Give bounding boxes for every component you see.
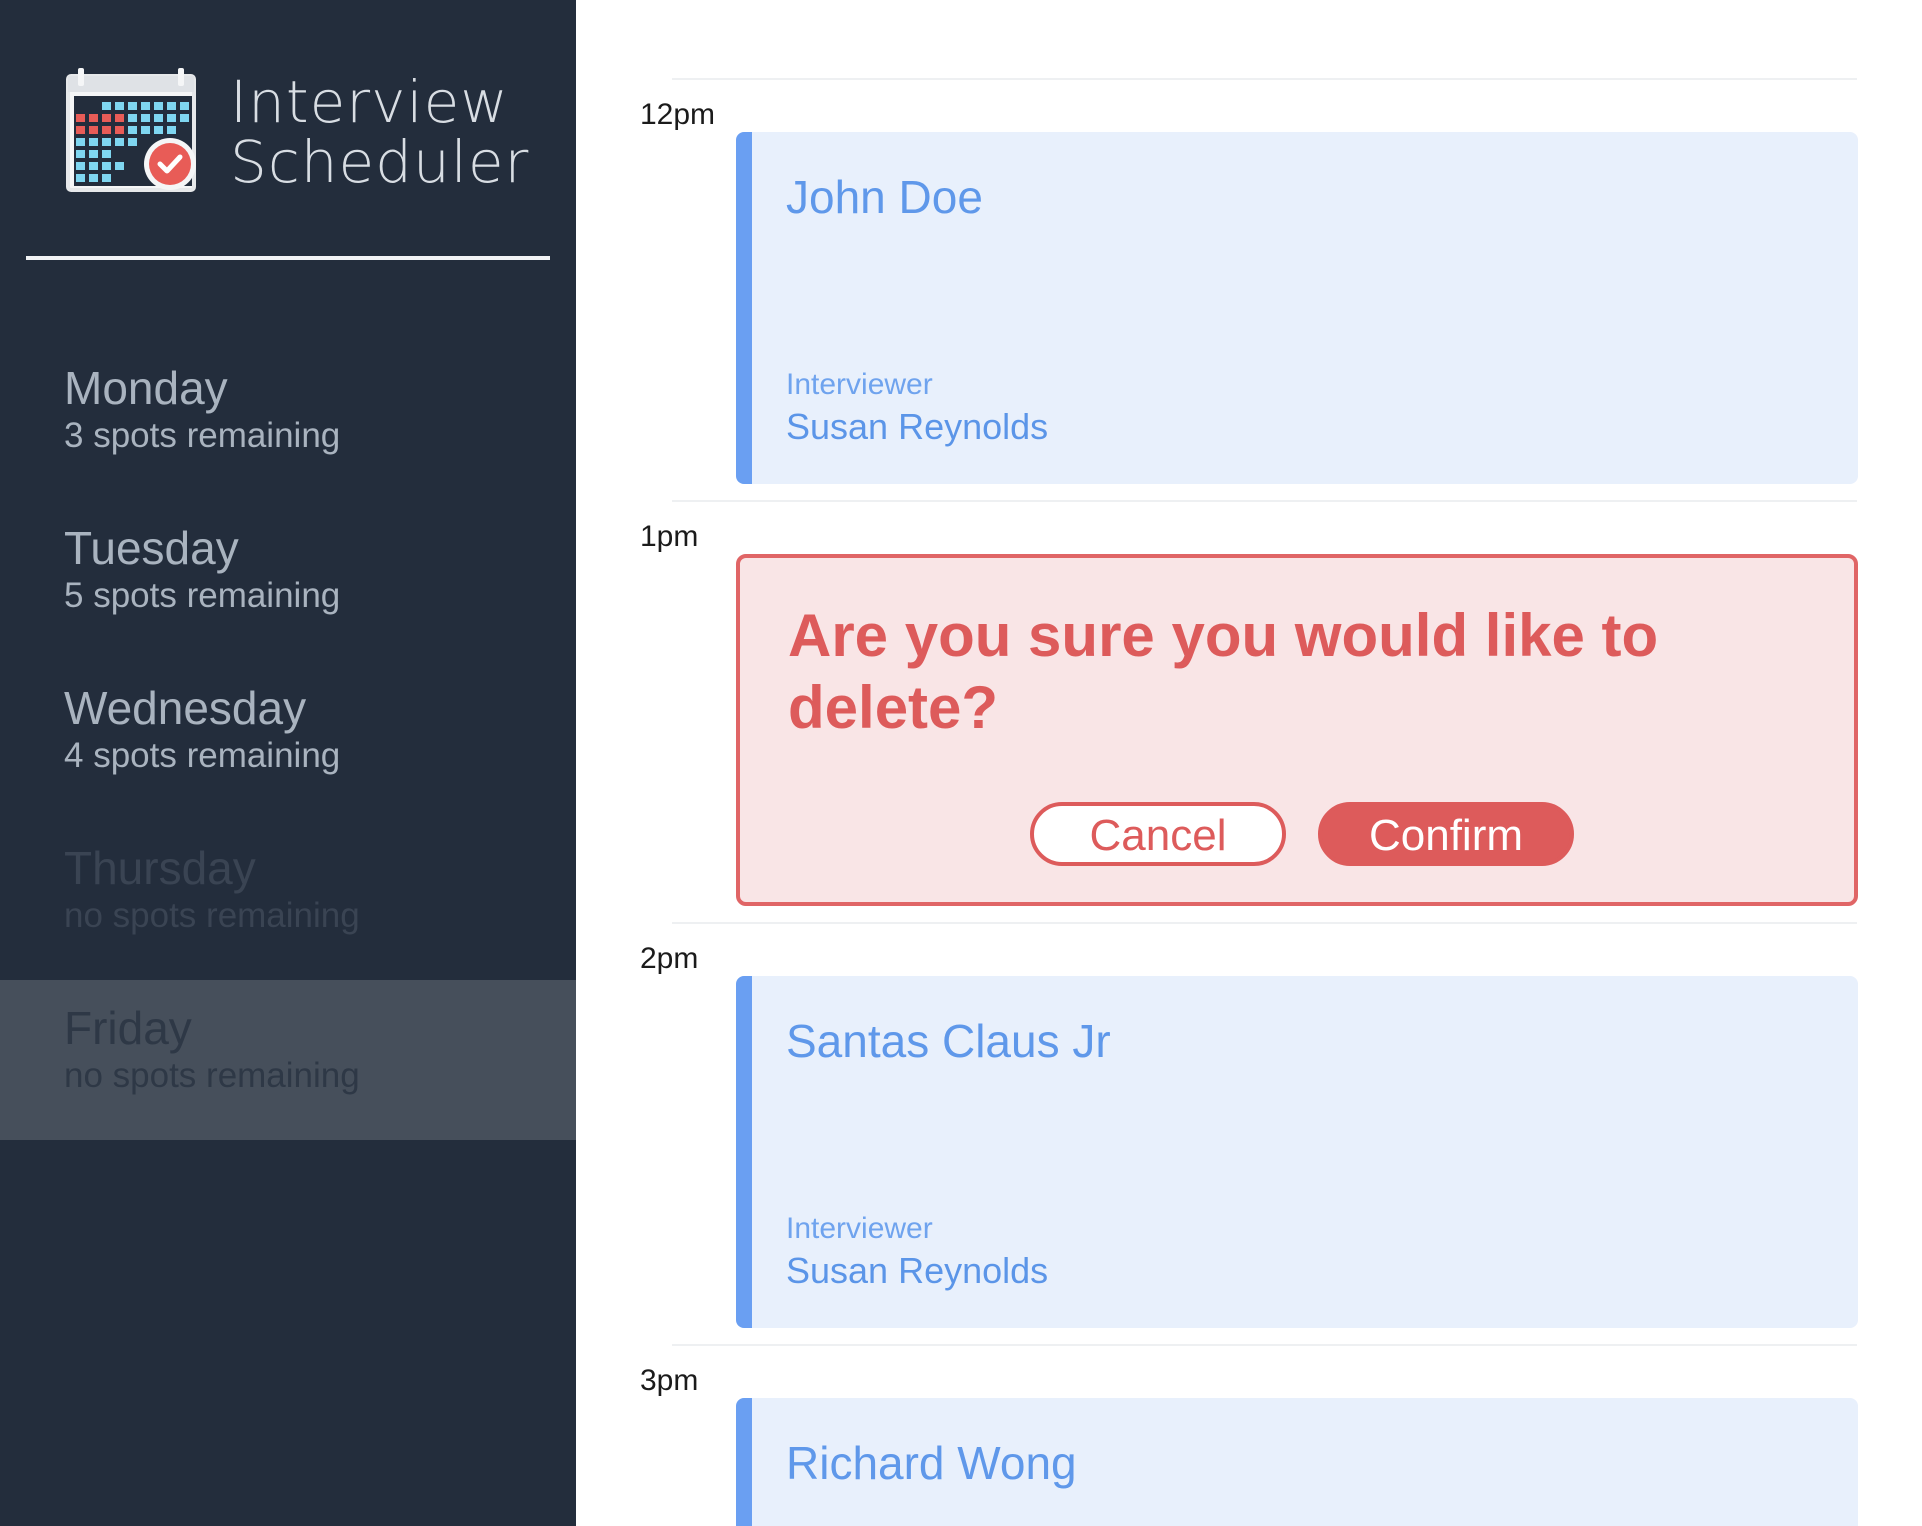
day-list: Monday 3 spots remaining Tuesday 5 spots…: [0, 340, 576, 1140]
delete-confirmation: Are you sure you would like to delete? C…: [736, 554, 1858, 906]
calendar-check-icon: [66, 68, 196, 192]
day-name: Wednesday: [64, 682, 307, 734]
student-name: Santas Claus Jr: [786, 1015, 1111, 1067]
day-name: Monday: [64, 362, 228, 414]
time-label: 1pm: [640, 520, 699, 553]
interviewer-name: Susan Reynolds: [786, 406, 1049, 447]
cancel-button[interactable]: Cancel: [1030, 802, 1286, 866]
day-spots: no spots remaining: [64, 1056, 360, 1095]
time-label: 12pm: [640, 98, 716, 131]
confirm-button[interactable]: Confirm: [1318, 802, 1574, 866]
student-name: Richard Wong: [786, 1437, 1077, 1489]
day-spots: 4 spots remaining: [64, 736, 341, 775]
interviewer-caption: Interviewer: [786, 368, 933, 401]
day-spots: 5 spots remaining: [64, 576, 341, 615]
appointment-card[interactable]: Richard Wong: [736, 1398, 1858, 1526]
slot-separator: [672, 1344, 1857, 1346]
app-title-line1: Interview: [230, 68, 509, 136]
day-item-thursday[interactable]: Thursday no spots remaining: [0, 820, 576, 980]
day-item-wednesday[interactable]: Wednesday 4 spots remaining: [0, 660, 576, 820]
brand: Interview Scheduler: [66, 68, 536, 198]
confirm-message: Are you sure you would like to delete?: [788, 602, 1659, 741]
appointment-card[interactable]: Santas Claus Jr Interviewer Susan Reynol…: [736, 976, 1858, 1328]
schedule: 12pm John Doe Interviewer Susan Reynolds…: [576, 0, 1922, 1526]
time-label: 2pm: [640, 942, 699, 975]
student-name: John Doe: [786, 171, 983, 223]
day-item-monday[interactable]: Monday 3 spots remaining: [0, 340, 576, 500]
app-title: Interview Scheduler: [230, 72, 529, 192]
slot-separator: [672, 922, 1857, 924]
sidebar-divider: [26, 256, 550, 260]
slot-separator: [672, 500, 1857, 502]
day-spots: no spots remaining: [64, 896, 360, 935]
time-label: 3pm: [640, 1364, 699, 1397]
sidebar: Interview Scheduler Monday 3 spots remai…: [0, 0, 576, 1526]
day-name: Friday: [64, 1002, 192, 1054]
appointment-card[interactable]: John Doe Interviewer Susan Reynolds: [736, 132, 1858, 484]
app-title-line2: Scheduler: [230, 128, 530, 196]
day-spots: 3 spots remaining: [64, 416, 341, 455]
app-root: Interview Scheduler Monday 3 spots remai…: [0, 0, 1922, 1526]
interviewer-caption: Interviewer: [786, 1212, 933, 1245]
day-item-friday[interactable]: Friday no spots remaining: [0, 980, 576, 1140]
slot-separator: [672, 78, 1857, 80]
interviewer-name: Susan Reynolds: [786, 1250, 1049, 1291]
day-item-tuesday[interactable]: Tuesday 5 spots remaining: [0, 500, 576, 660]
day-name: Tuesday: [64, 522, 239, 574]
day-name: Thursday: [64, 842, 256, 894]
